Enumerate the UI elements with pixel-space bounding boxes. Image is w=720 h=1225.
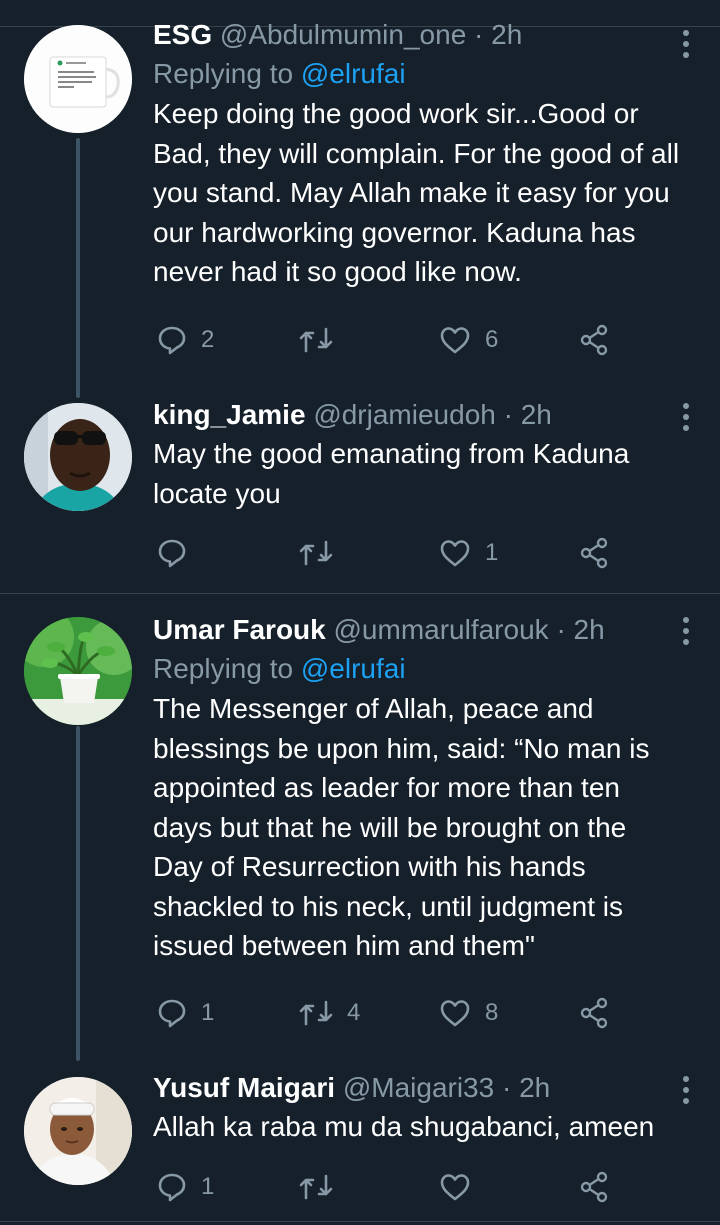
tweet-header: Umar Farouk @ummarulfarouk · 2h — [153, 613, 680, 647]
heart-icon — [440, 1174, 470, 1201]
like-count: 1 — [485, 539, 499, 566]
avatar[interactable] — [24, 1077, 132, 1185]
share-button[interactable] — [579, 320, 611, 360]
bottom-divider — [0, 1221, 720, 1222]
separator-dot: · — [501, 1072, 512, 1103]
reply-icon — [158, 999, 186, 1028]
tweet-actions: 1 — [153, 1167, 633, 1207]
user-handle[interactable]: @Abdulmumin_one — [220, 19, 466, 50]
share-button[interactable] — [579, 1167, 611, 1207]
retweet-icon — [299, 1174, 333, 1200]
retweet-count: 4 — [347, 999, 361, 1026]
heart-icon — [440, 327, 470, 354]
like-button[interactable]: 1 — [439, 533, 498, 573]
user-handle[interactable]: @drjamieudoh — [313, 399, 496, 430]
reply-count: 1 — [201, 1173, 215, 1200]
tweet-text: May the good emanating from Kaduna locat… — [153, 438, 630, 509]
retweet-icon — [299, 1000, 333, 1026]
reply-button[interactable]: 2 — [157, 320, 214, 360]
timestamp[interactable]: 2h — [519, 1072, 550, 1103]
tweet-king-jamie[interactable]: king_Jamie @drjamieudoh · 2h May the goo… — [0, 395, 720, 595]
reply-count: 2 — [201, 326, 215, 353]
replying-label: Replying to — [153, 58, 294, 89]
avatar[interactable] — [24, 25, 132, 133]
thread-line — [76, 726, 80, 1061]
like-button[interactable]: 6 — [439, 320, 498, 360]
thread-line — [76, 138, 80, 398]
like-button[interactable]: 8 — [439, 993, 498, 1033]
tweet-umar-farouk[interactable]: Umar Farouk @ummarulfarouk · 2h Replying… — [0, 594, 720, 1061]
more-vertical-icon[interactable] — [682, 403, 690, 433]
display-name[interactable]: ESG — [153, 19, 212, 50]
tweet-header: ESG @Abdulmumin_one · 2h — [153, 18, 680, 52]
separator-dot: · — [503, 399, 513, 430]
user-handle[interactable]: @ummarulfarouk — [334, 614, 549, 645]
share-icon — [580, 997, 608, 1029]
like-button[interactable] — [439, 1167, 485, 1207]
reply-button[interactable] — [157, 533, 201, 573]
timestamp[interactable]: 2h — [491, 19, 522, 50]
reply-icon — [158, 539, 186, 568]
like-count: 6 — [485, 326, 499, 353]
timestamp[interactable]: 2h — [521, 399, 552, 430]
share-icon — [580, 537, 608, 569]
more-vertical-icon[interactable] — [682, 30, 690, 60]
share-button[interactable] — [579, 993, 611, 1033]
tweet-actions: 2 6 — [153, 320, 633, 360]
separator-dot: · — [556, 614, 566, 645]
reply-icon — [158, 326, 186, 355]
like-count: 8 — [485, 999, 499, 1026]
mention-link[interactable]: @elrufai — [301, 58, 406, 89]
replying-label: Replying to — [153, 653, 294, 684]
more-vertical-icon[interactable] — [682, 1076, 690, 1106]
tweet-text: Allah ka raba mu da shugabanci, ameen — [153, 1111, 655, 1142]
reply-count: 1 — [201, 999, 215, 1026]
retweet-icon — [299, 540, 333, 566]
tweet-text: The Messenger of Allah, peace and blessi… — [153, 693, 650, 961]
share-button[interactable] — [579, 533, 611, 573]
avatar[interactable] — [24, 403, 132, 511]
mention-link[interactable]: @elrufai — [301, 653, 406, 684]
tweet-actions: 1 4 8 — [153, 993, 633, 1033]
separator-dot: · — [474, 19, 484, 50]
display-name[interactable]: Yusuf Maigari — [153, 1072, 335, 1103]
tweet-header: king_Jamie @drjamieudoh · 2h — [153, 398, 680, 432]
share-icon — [580, 324, 608, 356]
tweet-yusuf-maigari[interactable]: Yusuf Maigari @Maigari33 · 2h Allah ka r… — [0, 1054, 720, 1225]
tweet-esg[interactable]: ESG @Abdulmumin_one · 2h Replying to @el… — [0, 0, 720, 398]
tweet-text: Keep doing the good work sir...Good or B… — [153, 98, 680, 287]
reply-button[interactable]: 1 — [157, 1167, 214, 1207]
display-name[interactable]: Umar Farouk — [153, 614, 326, 645]
display-name[interactable]: king_Jamie — [153, 399, 306, 430]
retweet-button[interactable]: 4 — [299, 993, 360, 1033]
tweet-actions: 1 — [153, 533, 633, 573]
reply-icon — [158, 1173, 186, 1202]
user-handle[interactable]: @Maigari33 — [343, 1072, 494, 1103]
retweet-button[interactable] — [299, 320, 347, 360]
reply-button[interactable]: 1 — [157, 993, 214, 1033]
avatar[interactable] — [24, 617, 132, 725]
retweet-icon — [299, 327, 333, 353]
replying-to: Replying to @elrufai — [153, 651, 680, 687]
timestamp[interactable]: 2h — [574, 614, 605, 645]
retweet-button[interactable] — [299, 1167, 347, 1207]
share-icon — [580, 1171, 608, 1203]
tweet-header: Yusuf Maigari @Maigari33 · 2h — [153, 1071, 680, 1105]
retweet-button[interactable] — [299, 533, 347, 573]
more-vertical-icon[interactable] — [682, 617, 690, 647]
heart-icon — [440, 540, 470, 567]
replying-to: Replying to @elrufai — [153, 56, 680, 92]
heart-icon — [440, 1000, 470, 1027]
